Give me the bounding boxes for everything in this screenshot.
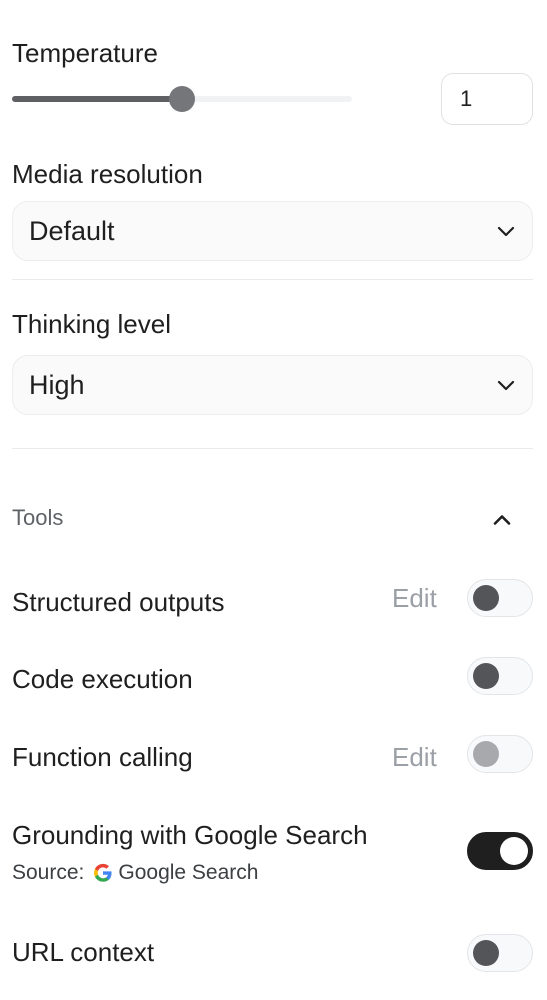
- function-calling-label: Function calling: [12, 742, 193, 772]
- media-resolution-select[interactable]: Default: [12, 201, 533, 261]
- thinking-level-select[interactable]: High: [12, 355, 533, 415]
- media-resolution-value: Default: [29, 215, 115, 246]
- source-name: Google Search: [118, 861, 259, 884]
- code-execution-label: Code execution: [12, 664, 193, 694]
- function-calling-toggle[interactable]: [467, 735, 533, 773]
- grounding-label: Grounding with Google Search: [12, 820, 368, 850]
- toggle-knob: [473, 663, 499, 689]
- run-settings-panel: Temperature Media resolution Default Thi…: [0, 0, 547, 1000]
- thinking-level-label: Thinking level: [12, 309, 171, 339]
- grounding-toggle[interactable]: [467, 832, 533, 870]
- divider: [12, 279, 533, 280]
- toggle-knob: [473, 940, 499, 966]
- temperature-label: Temperature: [12, 38, 158, 68]
- source-prefix: Source:: [12, 861, 85, 884]
- chevron-up-icon[interactable]: [488, 506, 516, 534]
- google-g-icon: [94, 863, 112, 882]
- structured-outputs-toggle[interactable]: [467, 579, 533, 617]
- url-context-label: URL context: [12, 937, 155, 967]
- temperature-slider[interactable]: [12, 86, 352, 112]
- code-execution-toggle[interactable]: [467, 657, 533, 695]
- chevron-down-icon: [497, 226, 515, 237]
- temperature-input[interactable]: [441, 73, 533, 125]
- toggle-knob: [473, 741, 499, 767]
- url-context-toggle[interactable]: [467, 934, 533, 972]
- divider: [12, 448, 533, 449]
- grounding-source: Source: Google Search: [12, 861, 258, 885]
- toggle-knob: [500, 837, 528, 865]
- toggle-knob: [473, 585, 499, 611]
- temperature-slider-fill: [12, 96, 182, 102]
- structured-outputs-edit-link[interactable]: Edit: [392, 583, 437, 614]
- thinking-level-value: High: [29, 369, 85, 400]
- chevron-down-icon: [497, 380, 515, 391]
- function-calling-edit-link[interactable]: Edit: [392, 742, 437, 773]
- tools-section-title: Tools: [12, 505, 64, 530]
- temperature-slider-thumb[interactable]: [169, 86, 195, 112]
- structured-outputs-label: Structured outputs: [12, 587, 225, 617]
- media-resolution-label: Media resolution: [12, 159, 203, 189]
